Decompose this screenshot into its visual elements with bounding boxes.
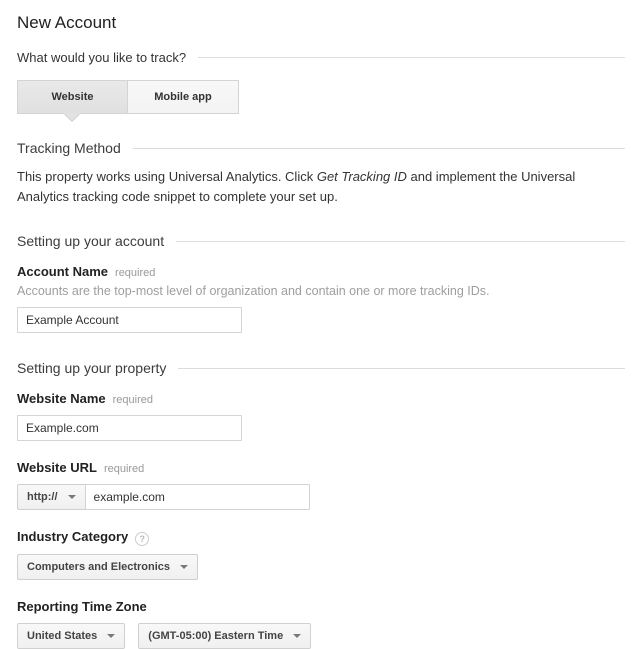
account-name-input[interactable] xyxy=(17,307,242,333)
dropdown-caret-icon xyxy=(68,495,76,499)
tracking-method-heading-row: Tracking Method xyxy=(17,140,625,156)
required-badge: required xyxy=(113,394,153,406)
industry-category-value: Computers and Electronics xyxy=(27,561,170,573)
url-protocol-select[interactable]: http:// xyxy=(17,484,86,510)
heading-rule xyxy=(133,148,625,149)
country-value: United States xyxy=(27,630,97,642)
industry-category-label: Industry Category xyxy=(17,529,128,544)
website-name-input[interactable] xyxy=(17,415,242,441)
required-badge: required xyxy=(115,267,155,279)
tracking-method-description: This property works using Universal Anal… xyxy=(17,167,625,207)
reporting-time-zone-label: Reporting Time Zone xyxy=(17,599,147,614)
track-question-row: What would you like to track? xyxy=(17,50,625,65)
website-url-label-row: Website URL required xyxy=(17,460,625,475)
account-name-helper: Accounts are the top-most level of organ… xyxy=(17,284,625,298)
dropdown-caret-icon xyxy=(293,634,301,638)
country-select[interactable]: United States xyxy=(17,623,125,649)
reporting-time-zone-label-row: Reporting Time Zone xyxy=(17,599,625,614)
required-badge: required xyxy=(104,463,144,475)
description-text: This property works using Universal Anal… xyxy=(17,169,317,184)
heading-rule xyxy=(198,57,625,58)
help-icon[interactable]: ? xyxy=(135,532,149,546)
time-zone-value: (GMT-05:00) Eastern Time xyxy=(148,630,283,642)
new-account-form: New Account What would you like to track… xyxy=(0,0,640,649)
dropdown-caret-icon xyxy=(107,634,115,638)
industry-category-label-row: Industry Category ? xyxy=(17,529,625,545)
track-question-label: What would you like to track? xyxy=(17,50,186,65)
tab-website[interactable]: Website xyxy=(17,80,128,114)
tab-website-label: Website xyxy=(52,91,94,103)
website-url-label: Website URL xyxy=(17,460,97,475)
heading-rule xyxy=(176,241,625,242)
account-name-label: Account Name xyxy=(17,264,108,279)
account-name-label-row: Account Name required xyxy=(17,264,625,279)
tab-mobile-app[interactable]: Mobile app xyxy=(128,80,239,114)
page-title: New Account xyxy=(17,12,625,34)
website-url-input[interactable] xyxy=(85,484,310,510)
industry-category-select[interactable]: Computers and Electronics xyxy=(17,554,198,580)
website-name-label-row: Website Name required xyxy=(17,391,625,406)
property-section-heading-row: Setting up your property xyxy=(17,360,625,376)
heading-rule xyxy=(178,368,625,369)
time-zone-select[interactable]: (GMT-05:00) Eastern Time xyxy=(138,623,311,649)
get-tracking-id-emphasis: Get Tracking ID xyxy=(317,169,407,184)
tracking-method-heading: Tracking Method xyxy=(17,140,121,156)
website-url-row: http:// xyxy=(17,484,625,510)
website-name-label: Website Name xyxy=(17,391,106,406)
dropdown-caret-icon xyxy=(180,565,188,569)
url-protocol-label: http:// xyxy=(27,491,58,503)
selected-tab-pointer-icon xyxy=(64,113,80,121)
account-section-heading: Setting up your account xyxy=(17,233,164,249)
reporting-time-zone-controls: United States (GMT-05:00) Eastern Time xyxy=(17,623,625,649)
tab-mobile-app-label: Mobile app xyxy=(154,91,211,103)
track-type-tabs: Website Mobile app xyxy=(17,80,239,114)
property-section-heading: Setting up your property xyxy=(17,360,166,376)
account-section-heading-row: Setting up your account xyxy=(17,233,625,249)
industry-category-control: Computers and Electronics xyxy=(17,554,625,580)
